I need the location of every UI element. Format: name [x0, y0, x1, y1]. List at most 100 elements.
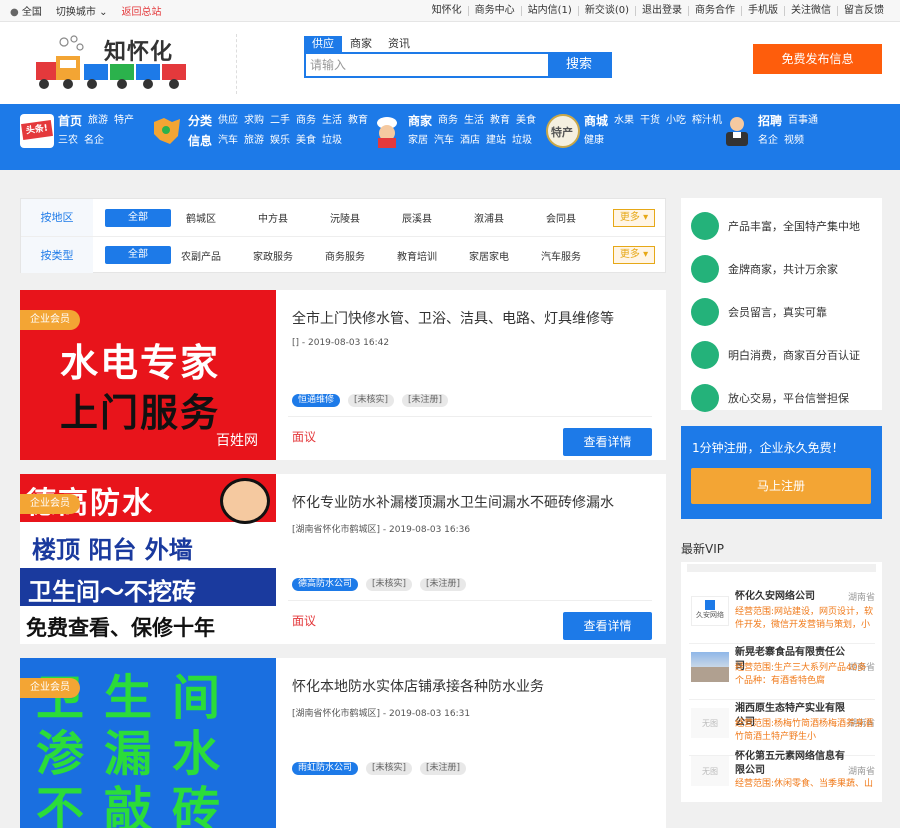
top-link-user[interactable]: 知怀化	[426, 5, 468, 16]
filter-type-item[interactable]: 教育培训	[381, 248, 453, 263]
nav-link[interactable]: 视频	[784, 134, 804, 148]
filter-type-item[interactable]: 家居家电	[453, 248, 525, 263]
company-tag[interactable]: 德高防水公司	[292, 578, 359, 591]
filter-region-item[interactable]: 辰溪县	[381, 210, 453, 225]
nav-link[interactable]: 家居	[408, 134, 428, 148]
nav-merchant[interactable]: 商家	[408, 114, 432, 128]
search-tabs: 供应 商家 资讯	[304, 36, 612, 52]
nav-link[interactable]: 教育	[348, 114, 368, 128]
nav-link[interactable]: 特产	[114, 114, 134, 128]
filter-region-item[interactable]: 会同县	[525, 210, 597, 225]
vip-list: 久安网络 怀化久安网络公司 湖南省 经营范围:网站建设，网页设计，软件开发，微信…	[681, 562, 882, 804]
nav-link[interactable]: 生活	[464, 114, 484, 128]
top-link-wechat[interactable]: 关注微信	[784, 5, 837, 16]
nav-category[interactable]: 分类	[188, 114, 212, 128]
search-area: 供应 商家 资讯 请输入 搜索	[304, 36, 612, 78]
nav-link[interactable]: 旅游	[88, 114, 108, 128]
filter-region-item[interactable]: 中方县	[237, 210, 309, 225]
nav-link[interactable]: 干货	[640, 114, 660, 128]
listing-title[interactable]: 怀化专业防水补漏楼顶漏水卫生间漏水不砸砖修漏水	[292, 492, 614, 512]
filter-region-item[interactable]: 鹤城区	[165, 210, 237, 225]
vip-item[interactable]: 久安网络 怀化久安网络公司 湖南省 经营范围:网站建设，网页设计，软件开发，微信…	[689, 588, 875, 644]
nav-link[interactable]: 汽车	[434, 134, 454, 148]
register-tag: [未注册]	[402, 394, 449, 407]
nav-link[interactable]: 旅游	[244, 134, 264, 148]
nav-link[interactable]: 健康	[584, 134, 604, 148]
top-link-messages[interactable]: 站内信(1)	[520, 5, 578, 16]
listing-title[interactable]: 全市上门快修水管、卫浴、洁具、电路、灯具维修等	[292, 308, 614, 328]
filter-panel: 按地区 全部 鹤城区 中方县 沅陵县 辰溪县 溆浦县 会同县 更多 ▾ 按类型 …	[20, 198, 666, 273]
vip-company-name[interactable]: 怀化第五元素网络信息有限公司	[735, 750, 845, 778]
verify-tag: [未核实]	[366, 762, 413, 775]
nav-link[interactable]: 教育	[490, 114, 510, 128]
filter-region-more-button[interactable]: 更多 ▾	[613, 208, 655, 227]
nav-recruit[interactable]: 招聘	[758, 114, 782, 128]
location-label: 全国	[21, 7, 42, 18]
filter-type-all[interactable]: 全部	[105, 246, 171, 264]
nav-link[interactable]: 建站	[486, 134, 506, 148]
nav-link[interactable]: 美食	[296, 134, 316, 148]
publish-info-button[interactable]: 免费发布信息	[753, 44, 882, 74]
nav-home[interactable]: 首页	[58, 114, 82, 128]
filter-type-item[interactable]: 商务服务	[309, 248, 381, 263]
nav-link[interactable]: 商务	[296, 114, 316, 128]
listing-tags: 德高防水公司 [未核实] [未注册]	[292, 578, 467, 591]
nav-link[interactable]: 汽车	[218, 134, 238, 148]
map-icon	[150, 114, 184, 148]
nav-link[interactable]: 二手	[270, 114, 290, 128]
top-link-logout[interactable]: 退出登录	[635, 5, 688, 16]
vip-item[interactable]: 新晃老寨食品有限责任公司 湖南省 经营范围:生产三大系列产品40多个品种：有酒香…	[689, 644, 875, 700]
nav-link[interactable]: 娱乐	[270, 134, 290, 148]
nav-link[interactable]: 名企	[84, 134, 104, 148]
nav-link[interactable]: 生活	[322, 114, 342, 128]
nav-link[interactable]: 水果	[614, 114, 634, 128]
listing-price: 面议	[292, 430, 317, 444]
filter-region-item[interactable]: 沅陵县	[309, 210, 381, 225]
nav-info[interactable]: 信息	[188, 134, 212, 148]
nav-link[interactable]: 榨汁机	[692, 114, 722, 128]
nav-link[interactable]: 三农	[58, 134, 78, 148]
nav-link[interactable]: 名企	[758, 134, 778, 148]
site-logo[interactable]: 知怀化	[28, 34, 198, 94]
nav-link[interactable]: 垃圾	[512, 134, 532, 148]
view-detail-button[interactable]: 查看详情	[563, 612, 652, 640]
top-link-chat[interactable]: 新交谈(0)	[577, 5, 635, 16]
vip-company-name[interactable]: 怀化久安网络公司	[735, 590, 845, 604]
nav-link[interactable]: 求购	[244, 114, 264, 128]
register-button[interactable]: 马上注册	[691, 468, 871, 504]
nav-link[interactable]: 垃圾	[322, 134, 342, 148]
nav-link[interactable]: 美食	[516, 114, 536, 128]
vip-title: 最新VIP	[681, 542, 724, 556]
search-input[interactable]: 请输入	[306, 54, 548, 76]
top-link-cooperation[interactable]: 商务合作	[688, 5, 741, 16]
search-tab-merchant[interactable]: 商家	[342, 36, 380, 52]
filter-type-item[interactable]: 家政服务	[237, 248, 309, 263]
top-link-mobile[interactable]: 手机版	[741, 5, 784, 16]
vip-description: 经营范围:休闲零食、当季果蔬、山	[735, 779, 874, 789]
filter-type-more-button[interactable]: 更多 ▾	[613, 246, 655, 264]
filter-region-item[interactable]: 溆浦县	[453, 210, 525, 225]
vip-item[interactable]: 无图 怀化第五元素网络信息有限公司 湖南省 经营范围:休闲零食、当季果蔬、山	[689, 748, 875, 804]
top-link-feedback[interactable]: 留言反馈	[837, 5, 890, 16]
company-tag[interactable]: 雨虹防水公司	[292, 762, 359, 775]
nav-link[interactable]: 酒店	[460, 134, 480, 148]
company-tag[interactable]: 恒通维修	[292, 394, 341, 407]
search-tab-supply[interactable]: 供应	[304, 36, 342, 52]
filter-type-item[interactable]: 汽车服务	[525, 248, 597, 263]
top-link-business-center[interactable]: 商务中心	[467, 5, 521, 16]
nav-link[interactable]: 商务	[438, 114, 458, 128]
filter-region-all[interactable]: 全部	[105, 208, 171, 227]
nav-link[interactable]: 小吃	[666, 114, 686, 128]
back-to-main-link[interactable]: 返回总站	[122, 3, 162, 18]
nav-mall[interactable]: 商城	[584, 114, 608, 128]
nav-link[interactable]: 百事通	[788, 114, 818, 128]
listing-title[interactable]: 怀化本地防水实体店铺承接各种防水业务	[292, 676, 544, 696]
switch-city-link[interactable]: 切换城市 ⌄	[56, 3, 108, 18]
search-tab-news[interactable]: 资讯	[380, 36, 418, 52]
filter-type-item[interactable]: 农副产品	[165, 248, 237, 263]
view-detail-button[interactable]: 查看详情	[563, 428, 652, 456]
location-selector[interactable]: ● 全国	[10, 3, 42, 18]
image-text: 水电专家	[60, 341, 221, 385]
nav-link[interactable]: 供应	[218, 114, 238, 128]
search-button[interactable]: 搜索	[548, 54, 610, 76]
